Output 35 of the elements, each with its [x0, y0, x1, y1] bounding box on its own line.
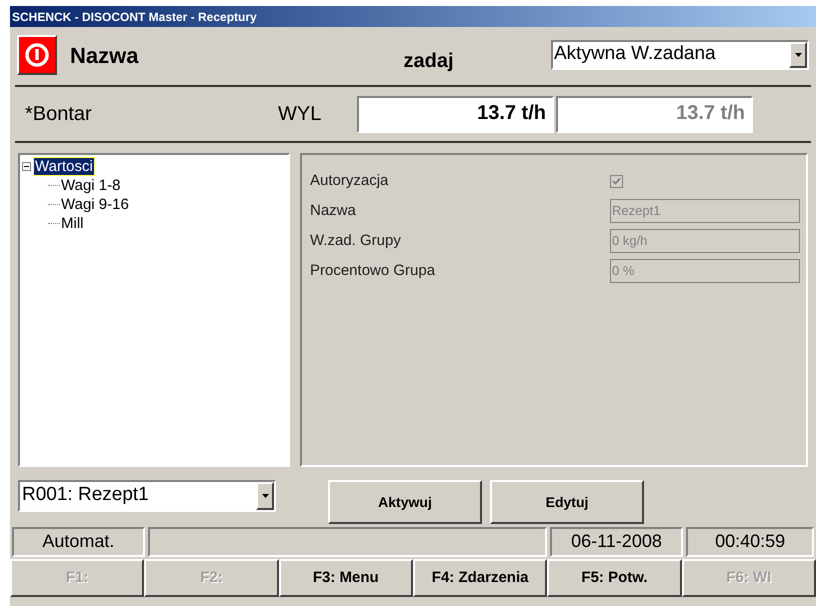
rate-field: 13.7 t/h — [556, 96, 753, 132]
property-label: Procentowo Grupa — [310, 260, 436, 281]
tree-item[interactable]: Wagi 1-8 — [60, 177, 122, 194]
status-date: 06-11-2008 — [550, 527, 684, 557]
caret-icon — [262, 494, 268, 498]
power-icon — [24, 42, 50, 68]
tree-item[interactable]: Wagi 9-16 — [60, 196, 130, 213]
caret-icon — [794, 53, 802, 57]
tree-item[interactable]: Mill — [60, 215, 84, 232]
tree-item[interactable]: Wartosci — [34, 158, 94, 175]
action-button[interactable]: Edytuj — [490, 480, 644, 524]
output-label: WYL — [278, 102, 322, 127]
function-key[interactable]: F4: Zdarzenia — [412, 559, 548, 597]
collapse-icon[interactable] — [22, 162, 31, 171]
mode-select[interactable]: Aktywna W.zadana — [551, 40, 809, 70]
dropdown-button[interactable] — [789, 42, 807, 68]
select-value: R001: Rezept1 — [21, 483, 150, 507]
feeder-name: *Bontar — [25, 102, 93, 127]
function-key[interactable]: F3: Menu — [278, 559, 413, 597]
property-label: Autoryzacja — [310, 170, 390, 191]
recipe-select[interactable]: R001: Rezept1 — [18, 480, 276, 512]
rate-field: 13.7 t/h — [357, 96, 554, 132]
dropdown-button[interactable] — [256, 482, 274, 510]
setpoint-label: zadaj — [403, 49, 454, 74]
window-title: SCHENCK - DISOCONT Master - Receptury — [12, 8, 257, 26]
property-label: Nazwa — [310, 200, 357, 221]
function-key[interactable]: F5: Potw. — [547, 559, 682, 597]
name-label: Nazwa — [70, 42, 138, 70]
select-value: Aktywna W.zadana — [553, 42, 717, 66]
status-time: 00:40:59 — [686, 527, 814, 557]
checkmark-icon — [612, 176, 621, 186]
status-mode: Automat. — [12, 527, 145, 557]
action-button[interactable]: Aktywuj — [328, 480, 482, 524]
power-button[interactable] — [17, 35, 57, 75]
property-label: W.zad. Grupy — [310, 230, 402, 251]
